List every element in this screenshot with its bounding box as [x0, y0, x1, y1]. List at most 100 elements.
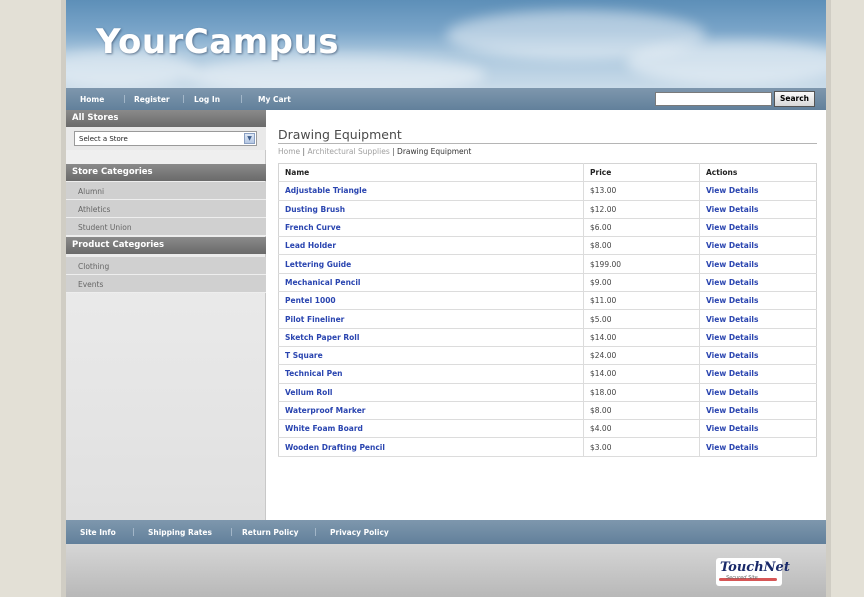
product-price: $3.00	[583, 437, 700, 457]
column-header-price: Price	[583, 163, 700, 183]
sidebar-item-alumni[interactable]: Alumni	[66, 182, 266, 200]
view-details-link[interactable]: View Details	[699, 401, 817, 421]
nav-separator: |	[123, 94, 126, 103]
nav-separator: |	[182, 94, 185, 103]
touchnet-badge-subtitle: Secured Site	[726, 575, 758, 581]
table-row: Dusting Brush $12.00 View Details	[278, 200, 817, 219]
table-row: Mechanical Pencil $9.00 View Details	[278, 273, 817, 293]
sidebar-item-athletics[interactable]: Athletics	[66, 200, 266, 218]
product-name-link[interactable]: Sketch Paper Roll	[278, 328, 584, 347]
product-name-link[interactable]: Lead Holder	[278, 236, 584, 256]
product-name-link[interactable]: Vellum Roll	[278, 383, 584, 402]
view-details-link[interactable]: View Details	[699, 236, 817, 256]
nav-login-link[interactable]: Log In	[194, 95, 220, 104]
footer-privacy-policy-link[interactable]: Privacy Policy	[330, 528, 389, 537]
product-name-link[interactable]: Technical Pen	[278, 364, 584, 384]
table-row: Pilot Fineliner $5.00 View Details	[278, 309, 817, 329]
view-details-link[interactable]: View Details	[699, 218, 817, 238]
product-price: $8.00	[583, 236, 700, 256]
table-header-row: Name Price Actions	[278, 163, 817, 183]
search-input[interactable]	[655, 92, 772, 106]
view-details-link[interactable]: View Details	[699, 254, 817, 274]
store-select[interactable]: Select a Store ▼	[74, 131, 257, 146]
view-details-link[interactable]: View Details	[699, 181, 817, 201]
sidebar-item-events[interactable]: Events	[66, 275, 266, 293]
table-row: Waterproof Marker $8.00 View Details	[278, 401, 817, 421]
view-details-link[interactable]: View Details	[699, 328, 817, 347]
table-row: French Curve $6.00 View Details	[278, 218, 817, 238]
view-details-link[interactable]: View Details	[699, 291, 817, 311]
product-name-link[interactable]: Dusting Brush	[278, 200, 584, 219]
product-price: $11.00	[583, 291, 700, 311]
product-table: Name Price Actions Adjustable Triangle $1…	[278, 163, 817, 457]
product-price: $6.00	[583, 218, 700, 238]
view-details-link[interactable]: View Details	[699, 419, 817, 439]
product-categories-heading: Product Categories	[66, 237, 266, 254]
product-name-link[interactable]: Wooden Drafting Pencil	[278, 437, 584, 457]
footer-shipping-rates-link[interactable]: Shipping Rates	[148, 528, 212, 537]
nav-register-link[interactable]: Register	[134, 95, 170, 104]
footer-site-info-link[interactable]: Site Info	[80, 528, 116, 537]
header-banner: YourCampus	[66, 0, 826, 88]
view-details-link[interactable]: View Details	[699, 309, 817, 329]
top-nav: Home | Register | Log In | My Cart Searc…	[66, 88, 826, 110]
site-logo[interactable]: YourCampus	[96, 22, 339, 62]
column-header-name: Name	[278, 163, 584, 183]
breadcrumb-architectural-link[interactable]: Architectural Supplies	[307, 147, 389, 156]
breadcrumb-home-link[interactable]: Home	[278, 147, 300, 156]
product-name-link[interactable]: Mechanical Pencil	[278, 273, 584, 293]
search-button[interactable]: Search	[774, 91, 815, 107]
product-name-link[interactable]: Pentel 1000	[278, 291, 584, 311]
sidebar-item-clothing[interactable]: Clothing	[66, 257, 266, 275]
nav-cart-link[interactable]: My Cart	[258, 95, 291, 104]
footer-nav: Site Info | Shipping Rates | Return Poli…	[66, 520, 826, 544]
view-details-link[interactable]: View Details	[699, 437, 817, 457]
sidebar: All Stores Select a Store ▼ Store Catego…	[66, 110, 266, 520]
table-row: Vellum Roll $18.00 View Details	[278, 383, 817, 402]
store-categories-heading: Store Categories	[66, 164, 266, 181]
product-price: $24.00	[583, 346, 700, 366]
breadcrumb: Home | Architectural Supplies | Drawing …	[278, 147, 471, 156]
product-price: $13.00	[583, 181, 700, 201]
product-price: $14.00	[583, 364, 700, 384]
product-price: $5.00	[583, 309, 700, 329]
product-price: $14.00	[583, 328, 700, 347]
product-name-link[interactable]: Waterproof Marker	[278, 401, 584, 421]
touchnet-badge[interactable]: TouchNet Secured Site	[716, 558, 790, 586]
product-name-link[interactable]: Adjustable Triangle	[278, 181, 584, 201]
footer-separator: |	[230, 527, 233, 536]
table-row: Wooden Drafting Pencil $3.00 View Details	[278, 437, 817, 457]
view-details-link[interactable]: View Details	[699, 364, 817, 384]
touchnet-badge-title: TouchNet	[720, 560, 790, 575]
product-price: $12.00	[583, 200, 700, 219]
footer-return-policy-link[interactable]: Return Policy	[242, 528, 299, 537]
product-name-link[interactable]: Pilot Fineliner	[278, 309, 584, 329]
page-title: Drawing Equipment	[278, 127, 402, 142]
nav-separator: |	[240, 94, 243, 103]
nav-home-link[interactable]: Home	[80, 95, 104, 104]
table-row: Pentel 1000 $11.00 View Details	[278, 291, 817, 311]
view-details-link[interactable]: View Details	[699, 383, 817, 402]
sidebar-item-student-union[interactable]: Student Union	[66, 218, 266, 236]
product-price: $9.00	[583, 273, 700, 293]
product-price: $4.00	[583, 419, 700, 439]
product-name-link[interactable]: T Square	[278, 346, 584, 366]
column-header-actions: Actions	[699, 163, 817, 183]
view-details-link[interactable]: View Details	[699, 200, 817, 219]
chevron-down-icon[interactable]: ▼	[244, 133, 255, 144]
product-price: $18.00	[583, 383, 700, 402]
product-name-link[interactable]: White Foam Board	[278, 419, 584, 439]
product-name-link[interactable]: French Curve	[278, 218, 584, 238]
view-details-link[interactable]: View Details	[699, 273, 817, 293]
view-details-link[interactable]: View Details	[699, 346, 817, 366]
table-row: Technical Pen $14.00 View Details	[278, 364, 817, 384]
footer-bottom: TouchNet Secured Site	[66, 544, 826, 597]
table-row: Lettering Guide $199.00 View Details	[278, 254, 817, 274]
table-row: Lead Holder $8.00 View Details	[278, 236, 817, 256]
title-divider	[278, 143, 817, 144]
breadcrumb-current: Drawing Equipment	[397, 147, 472, 156]
product-name-link[interactable]: Lettering Guide	[278, 254, 584, 274]
footer-separator: |	[132, 527, 135, 536]
store-select-value: Select a Store	[79, 135, 128, 143]
table-row: Adjustable Triangle $13.00 View Details	[278, 181, 817, 201]
